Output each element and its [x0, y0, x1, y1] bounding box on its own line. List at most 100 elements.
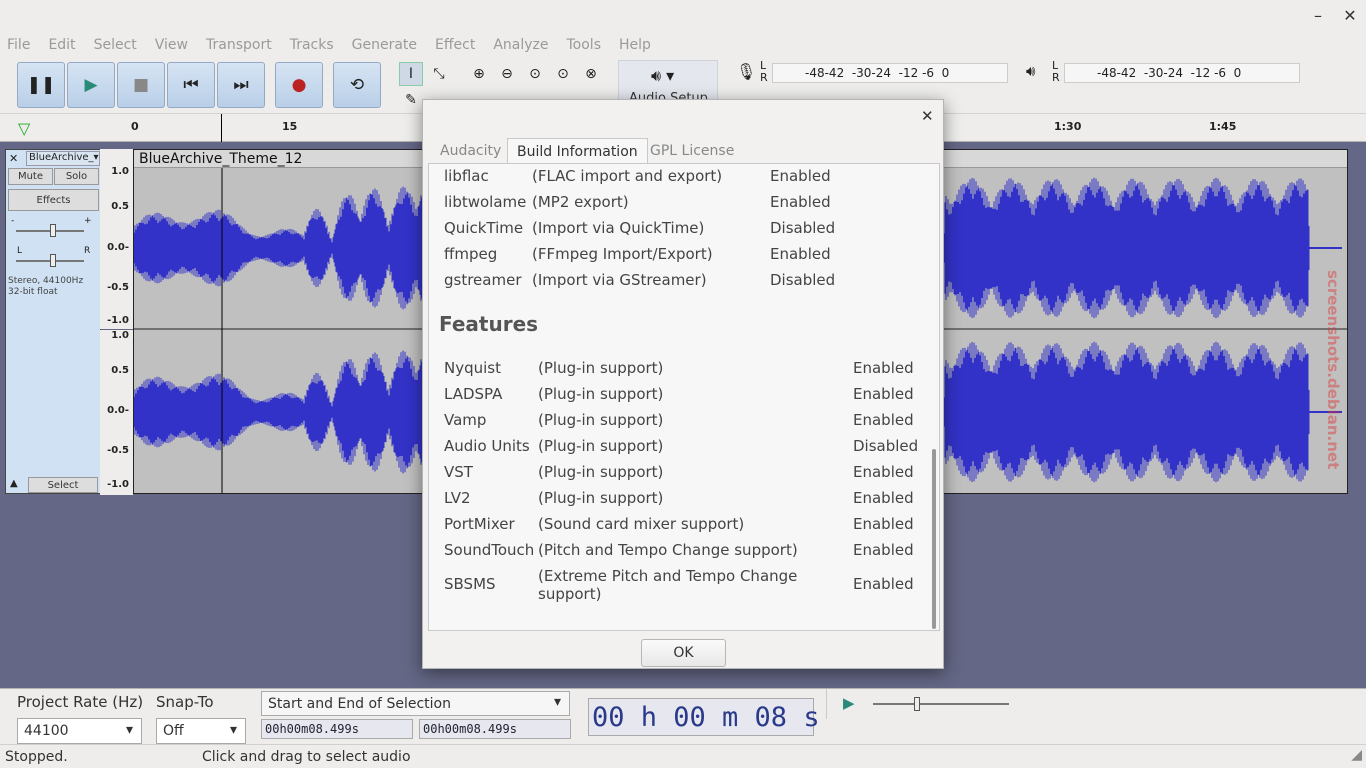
status-state: Stopped.	[5, 749, 68, 765]
loop-button[interactable]: ⟲	[333, 62, 381, 108]
library-name: QuickTime	[444, 219, 524, 237]
menu-edit[interactable]: Edit	[48, 37, 75, 53]
menu-view[interactable]: View	[155, 37, 188, 53]
chevron-down-icon: ▾	[553, 694, 561, 710]
menu-analyze[interactable]: Analyze	[493, 37, 548, 53]
audio-position-time[interactable]: 00 h 00 m 08 s	[588, 698, 820, 736]
pause-button[interactable]: ❚❚	[17, 62, 65, 108]
feature-description: (Sound card mixer support)	[538, 515, 745, 533]
library-status: Enabled	[770, 193, 831, 211]
project-rate-label: Project Rate (Hz)	[17, 693, 144, 711]
zoom-in-button[interactable]: ⊕	[467, 62, 491, 86]
zoom-out-button[interactable]: ⊖	[495, 62, 519, 86]
scale-label: -1.0	[107, 315, 129, 326]
menu-generate[interactable]: Generate	[352, 37, 417, 53]
pause-icon: ❚❚	[26, 75, 56, 95]
resize-grip-icon[interactable]: ◢	[1351, 747, 1362, 763]
build-info-content[interactable]: libflac (FLAC import and export) Enabled li…	[428, 163, 940, 631]
selection-start-time[interactable]: 00h00m08.499s	[261, 719, 413, 739]
scale-label: -0.5	[107, 445, 129, 456]
record-meter-lr: L R	[760, 59, 768, 84]
menu-transport[interactable]: Transport	[206, 37, 272, 53]
skip-end-button[interactable]: ⏭	[217, 62, 265, 108]
play-meter-scale: -48-42 -30-24 -12 -6 0	[1097, 66, 1242, 80]
envelope-tool[interactable]: ⤡	[427, 62, 451, 86]
ibeam-icon: I	[408, 66, 414, 82]
track-name-menu[interactable]: BlueArchive_▾	[26, 151, 100, 166]
draw-tool[interactable]: ✎	[399, 88, 423, 112]
feature-status: Enabled	[853, 541, 914, 559]
track-close-icon[interactable]: ✕	[9, 152, 18, 165]
menu-tracks[interactable]: Tracks	[290, 37, 334, 53]
menu-select[interactable]: Select	[94, 37, 137, 53]
record-meter[interactable]: -48-42 -30-24 -12 -6 0	[772, 63, 1008, 83]
scale-label: 0.0-	[107, 242, 129, 253]
features-heading: Features	[439, 312, 539, 336]
scale-label: 1.0	[111, 330, 129, 341]
selection-mode-value: Start and End of Selection	[268, 695, 451, 712]
watermark: screenshots.debian.net	[1324, 270, 1342, 470]
feature-name: Audio Units	[444, 437, 530, 455]
selection-end-time[interactable]: 00h00m08.499s	[419, 719, 571, 739]
library-name: ffmpeg	[444, 245, 498, 263]
vertical-scale-right[interactable]: 1.0 0.5 0.0- -0.5 -1.0	[100, 330, 133, 495]
feature-name: SoundTouch	[444, 541, 535, 559]
tab-gpl-license[interactable]: GPL License	[641, 138, 743, 164]
project-rate-select[interactable]: 44100 ▾	[17, 718, 142, 744]
collapse-icon[interactable]: ▲	[10, 478, 18, 489]
feature-status: Enabled	[853, 463, 914, 481]
dialog-close-button[interactable]: ✕	[921, 107, 934, 125]
record-button[interactable]: ●	[275, 62, 323, 108]
effects-button[interactable]: Effects	[8, 189, 99, 211]
feature-description: (Plug-in support)	[538, 411, 664, 429]
close-window-button[interactable]: ✕	[1339, 6, 1361, 26]
library-description: (Import via QuickTime)	[532, 219, 705, 237]
solo-button[interactable]: Solo	[54, 168, 99, 185]
play-meter[interactable]: -48-42 -30-24 -12 -6 0	[1064, 63, 1300, 83]
ruler-tick: 0	[131, 120, 139, 133]
speed-slider-thumb[interactable]	[914, 697, 920, 711]
feature-description: (Plug-in support)	[538, 489, 664, 507]
record-meter-scale: -48-42 -30-24 -12 -6 0	[805, 66, 950, 80]
minimize-button[interactable]: –	[1307, 6, 1329, 26]
menu-help[interactable]: Help	[619, 37, 651, 53]
pan-slider-thumb[interactable]	[50, 254, 56, 267]
vertical-scale-left[interactable]: 1.0 0.5 0.0- -0.5 -1.0	[100, 149, 133, 329]
library-status: Disabled	[770, 219, 836, 237]
skip-start-button[interactable]: ⏮	[167, 62, 215, 108]
speed-slider[interactable]	[873, 703, 1009, 705]
select-track-button[interactable]: Select	[28, 477, 98, 493]
ok-button[interactable]: OK	[641, 639, 726, 667]
tab-audacity[interactable]: Audacity	[431, 138, 510, 164]
play-button[interactable]: ▶	[67, 62, 115, 108]
snap-to-select[interactable]: Off ▾	[156, 718, 246, 744]
track-control-panel[interactable]: ✕ BlueArchive_▾ Mute Solo Effects - + L …	[5, 149, 101, 494]
gain-max-label: +	[84, 216, 92, 226]
tab-build-information[interactable]: Build Information	[507, 138, 648, 164]
record-icon: ●	[291, 75, 307, 95]
envelope-icon: ⤡	[433, 66, 445, 82]
feature-name: VST	[444, 463, 473, 481]
feature-name: Vamp	[444, 411, 487, 429]
about-dialog: ✕ Audacity Build Information GPL License…	[422, 99, 944, 669]
selection-tool[interactable]: I	[399, 62, 423, 86]
fit-project-button[interactable]: ⊙	[551, 62, 575, 86]
mute-button[interactable]: Mute	[8, 168, 53, 185]
fit-selection-button[interactable]: ⊙	[523, 62, 547, 86]
gain-slider-thumb[interactable]	[50, 224, 56, 237]
scrollbar[interactable]	[932, 449, 936, 629]
selection-toolbar: Project Rate (Hz) 44100 ▾ Snap-To Off ▾ …	[0, 688, 1366, 744]
pin-head-icon[interactable]: ▽	[18, 119, 30, 138]
menu-file[interactable]: File	[7, 37, 30, 53]
menu-tools[interactable]: Tools	[567, 37, 602, 53]
selection-mode-select[interactable]: Start and End of Selection ▾	[261, 691, 570, 716]
chevron-down-icon: ▾	[125, 722, 133, 738]
scale-label: 0.5	[111, 365, 129, 376]
menu-effect[interactable]: Effect	[435, 37, 475, 53]
play-at-speed-toolbar: ▶	[826, 689, 1366, 719]
skip-start-icon: ⏮	[183, 75, 199, 95]
play-at-speed-button[interactable]: ▶	[843, 694, 855, 712]
snap-to-value: Off	[163, 723, 184, 739]
stop-button[interactable]: ■	[117, 62, 165, 108]
zoom-toggle-button[interactable]: ⊗	[579, 62, 603, 86]
